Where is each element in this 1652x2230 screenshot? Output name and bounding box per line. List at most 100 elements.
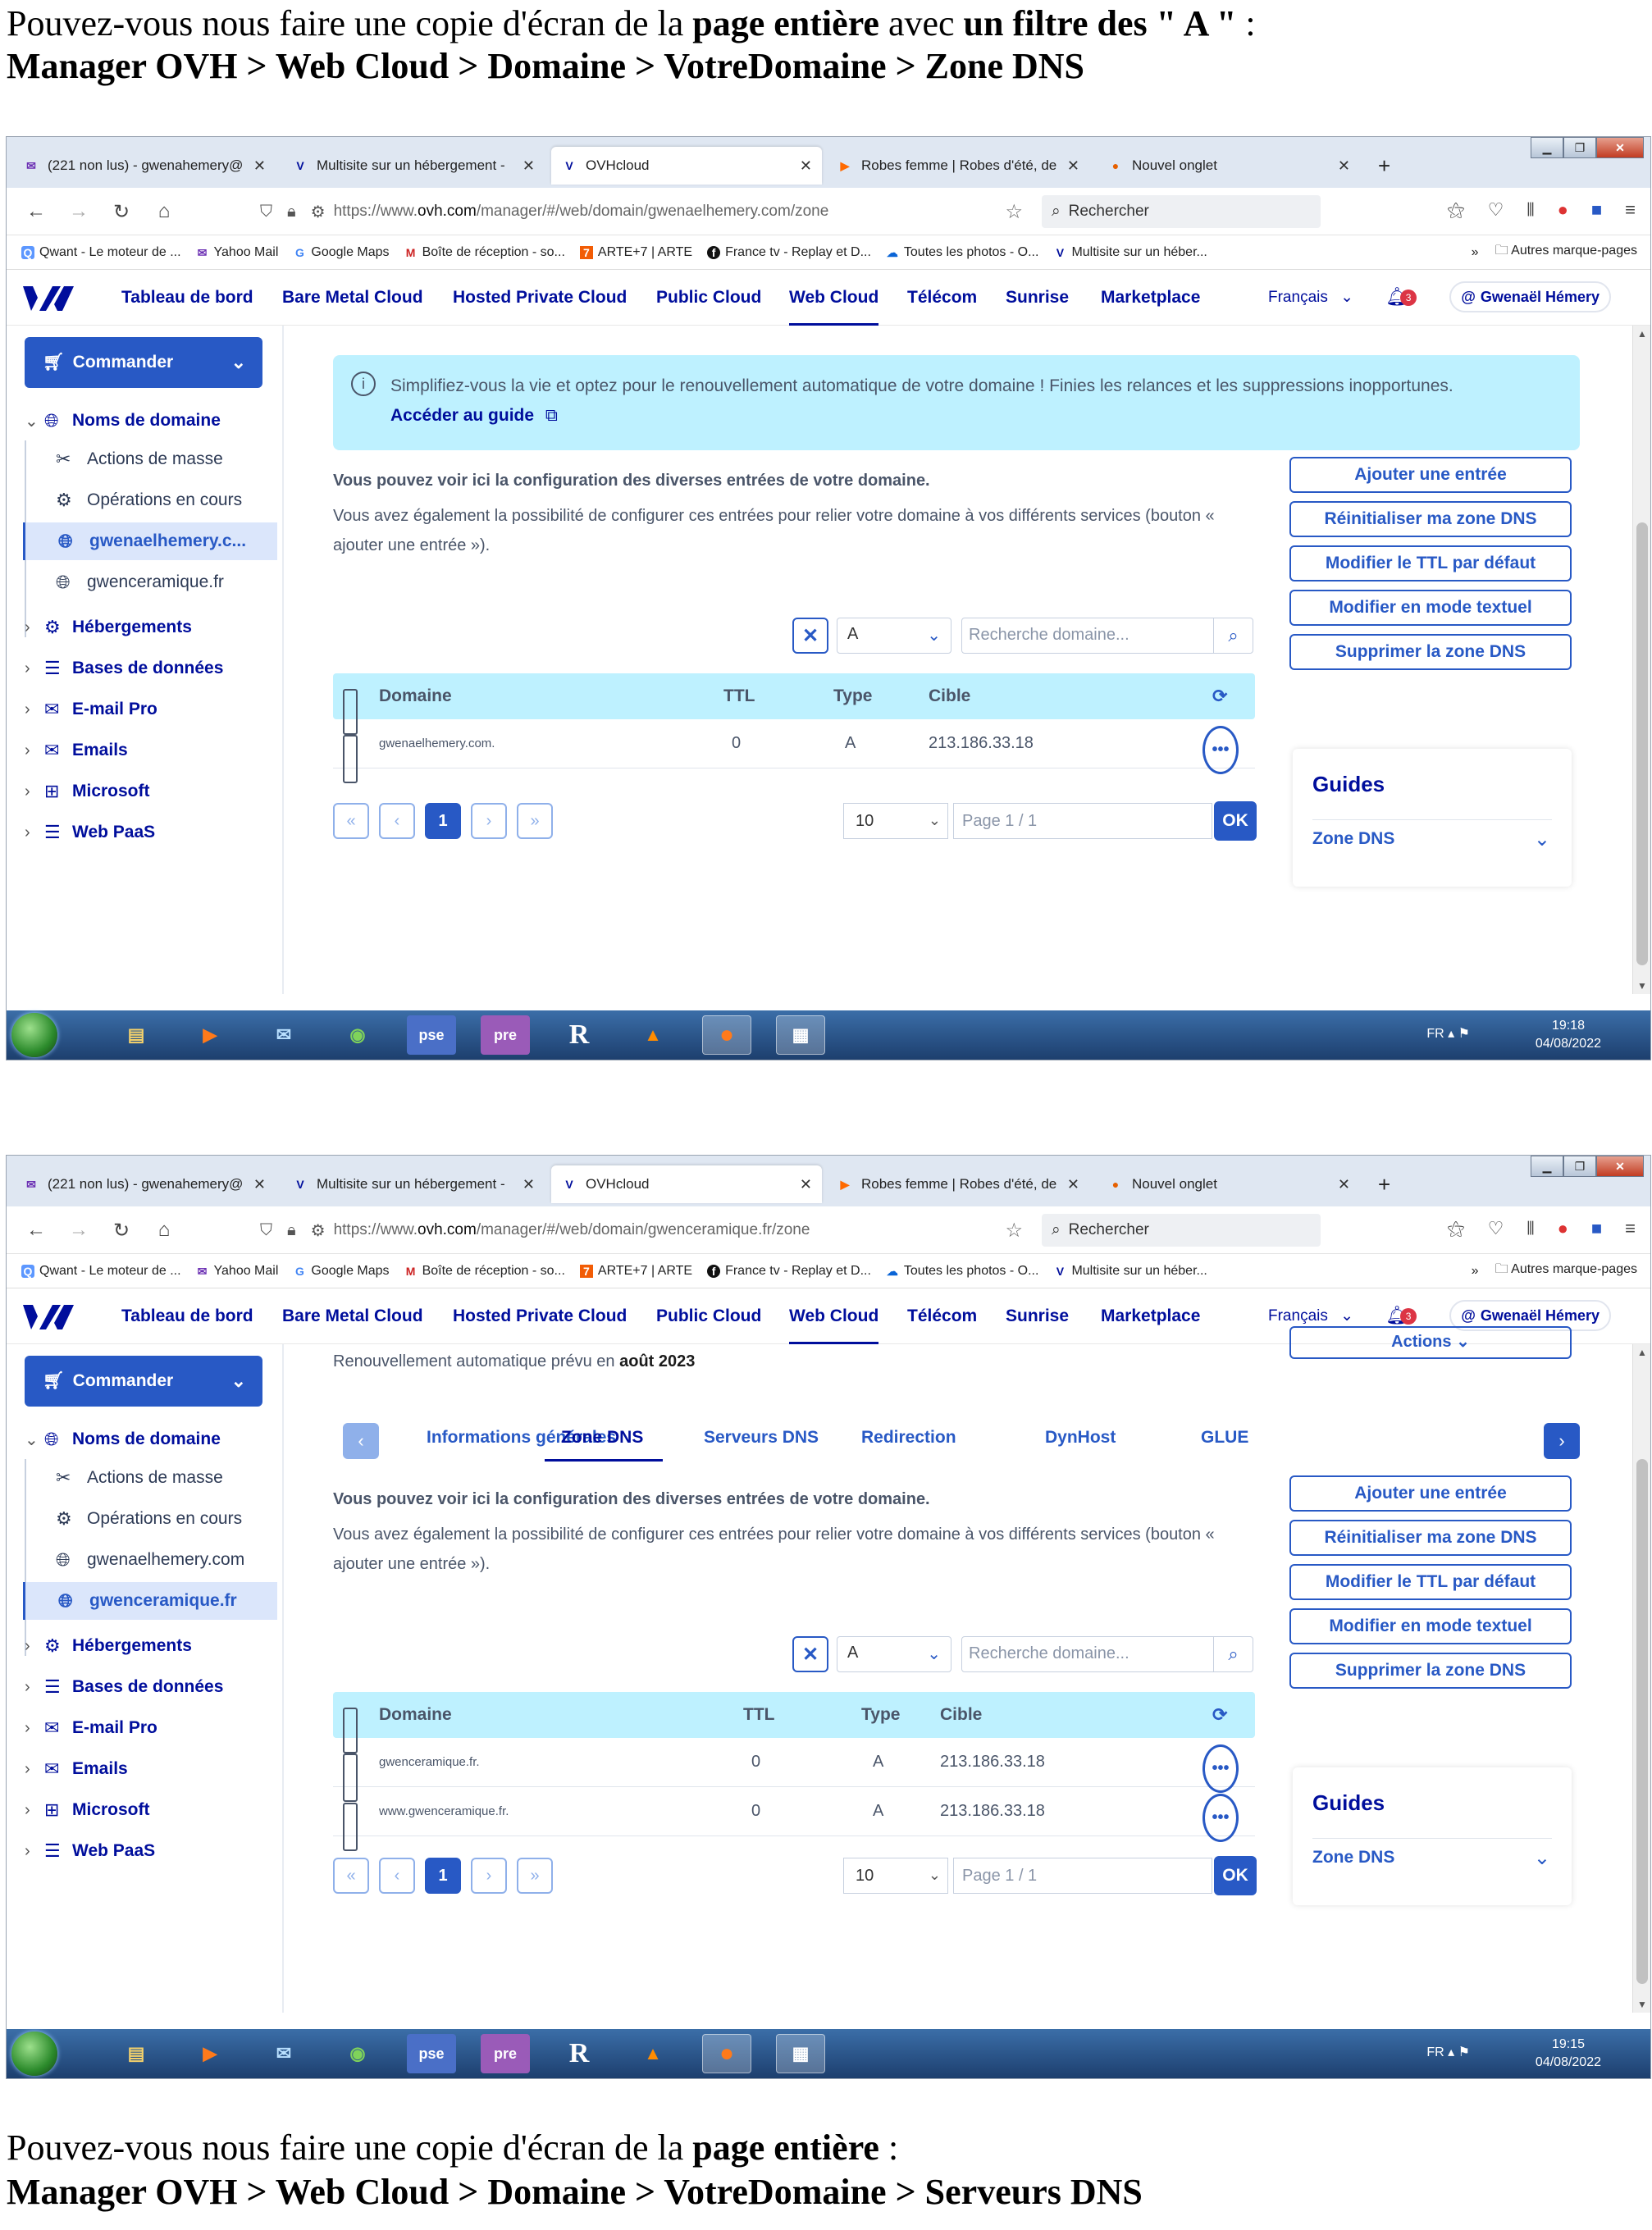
tab-glue[interactable]: GLUE [1201, 1428, 1248, 1448]
menu-icon[interactable]: ≡ [1625, 1218, 1636, 1239]
browser-tab-new[interactable]: ● Nouvel onglet ✕ [1098, 147, 1360, 185]
sidebar-item-email-pro[interactable]: › ✉ E-mail Pro [25, 1712, 157, 1744]
next-page-button[interactable]: › [471, 803, 507, 839]
page-size-select[interactable]: 10 ⌄ [843, 803, 948, 839]
language-indicator[interactable]: FR ▴ ⚑ [1426, 2044, 1470, 2060]
nav-bare-metal-cloud[interactable]: Bare Metal Cloud [282, 1307, 423, 1326]
bookmark-francetv[interactable]: f France tv - Replay et D... [707, 1264, 871, 1279]
modify-ttl-button[interactable]: Modifier le TTL par défaut [1289, 1564, 1572, 1600]
minimize-icon[interactable]: ▁ [1531, 137, 1563, 158]
chevron-down-icon[interactable]: ⌄ [1534, 828, 1550, 851]
text-mode-button[interactable]: Modifier en mode textuel [1289, 590, 1572, 626]
tab-zone-dns[interactable]: Zone DNS [545, 1428, 664, 1462]
extension-icon[interactable]: ⚝ [1447, 1218, 1464, 1239]
refresh-icon[interactable]: ⟳ [1212, 673, 1227, 719]
refresh-icon[interactable]: ⟳ [1212, 1692, 1227, 1738]
domain-search-input[interactable]: Recherche domaine... ⌕ [961, 618, 1253, 654]
search-icon[interactable]: ⌕ [1213, 1637, 1253, 1671]
col-cible[interactable]: Cible [940, 1692, 982, 1738]
vlc-icon[interactable]: ▲ [628, 2034, 678, 2073]
modify-ttl-button[interactable]: Modifier le TTL par défaut [1289, 545, 1572, 581]
sidebar-item-domain-2[interactable]: 🌐︎ gwenceramique.fr [23, 1582, 277, 1620]
bookmark-multisite[interactable]: V Multisite sur un héber... [1053, 1264, 1207, 1279]
bookmark-onedrive[interactable]: ☁ Toutes les photos - O... [886, 245, 1039, 260]
nav-telecom[interactable]: Télécom [907, 1307, 977, 1326]
nav-web-cloud[interactable]: Web Cloud [789, 1307, 879, 1344]
ok-button[interactable]: OK [1214, 1856, 1257, 1895]
sidebar-item-domain-1[interactable]: 🌐︎ gwenaelhemery.c... [23, 522, 277, 560]
library-icon[interactable]: ⫴ [1527, 1218, 1534, 1239]
col-domaine[interactable]: Domaine [379, 1692, 452, 1738]
bookmark-qwant[interactable]: Q Qwant - Le moteur de ... [21, 1264, 181, 1279]
bookmark-google-maps[interactable]: G Google Maps [293, 1264, 390, 1279]
tab-dynhost[interactable]: DynHost [1045, 1428, 1116, 1448]
page-scrollbar[interactable]: ▲ ▼ [1632, 326, 1650, 994]
row-actions-button[interactable]: ••• [1202, 726, 1239, 774]
ok-button[interactable]: OK [1214, 801, 1257, 841]
forward-icon[interactable]: → [64, 198, 94, 226]
sidebar-item-actions-masse[interactable]: ✂ Actions de masse [23, 440, 277, 478]
commander-button[interactable]: 🛒︎ Commander ⌄ [25, 1356, 262, 1407]
language-indicator[interactable]: FR ▴ ⚑ [1426, 1025, 1470, 1042]
sidebar-item-bases[interactable]: › ☰ Bases de données [25, 652, 223, 685]
domain-search-input[interactable]: Recherche domaine... ⌕ [961, 1636, 1253, 1672]
col-type[interactable]: Type [861, 1692, 900, 1738]
page-input[interactable]: Page 1 / 1 [953, 803, 1212, 839]
premiere-elements-icon[interactable]: pre [481, 2034, 530, 2073]
sidebar-item-domain-2[interactable]: 🌐︎ gwenceramique.fr [23, 563, 277, 601]
new-tab-icon[interactable]: + [1368, 147, 1401, 185]
pocket-icon[interactable]: ♡ [1488, 199, 1504, 221]
home-icon[interactable]: ⌂ [149, 198, 179, 226]
close-tab-icon[interactable]: ✕ [800, 157, 812, 175]
next-page-button[interactable]: › [471, 1858, 507, 1894]
scroll-up-icon[interactable]: ▲ [1633, 1344, 1650, 1361]
nav-public-cloud[interactable]: Public Cloud [656, 288, 761, 308]
chevrons-icon[interactable]: » [1472, 1264, 1479, 1279]
browser-tab-ovhcloud[interactable]: V OVHcloud ✕ [551, 1165, 822, 1203]
guide-zone-dns-link[interactable]: Zone DNS [1312, 829, 1394, 849]
clock[interactable]: 19:18 04/08/2022 [1536, 1017, 1601, 1053]
sidebar-item-webpaas[interactable]: › ☰ Web PaaS [25, 816, 155, 849]
first-page-button[interactable]: « [333, 803, 369, 839]
first-page-button[interactable]: « [333, 1858, 369, 1894]
clear-filter-button[interactable]: ✕ [792, 1636, 828, 1672]
last-page-button[interactable]: » [517, 803, 553, 839]
text-mode-button[interactable]: Modifier en mode textuel [1289, 1608, 1572, 1644]
nav-sunrise[interactable]: Sunrise [1006, 288, 1069, 308]
nav-sunrise[interactable]: Sunrise [1006, 1307, 1069, 1326]
addon2-icon[interactable]: ■ [1591, 199, 1602, 221]
maximize-icon[interactable]: ❐ [1563, 137, 1596, 158]
nav-web-cloud[interactable]: Web Cloud [789, 288, 879, 326]
col-domaine[interactable]: Domaine [379, 673, 452, 719]
page-size-select[interactable]: 10 ⌄ [843, 1858, 948, 1894]
nav-tableau-de-bord[interactable]: Tableau de bord [121, 1307, 253, 1326]
ovh-logo[interactable] [21, 281, 75, 316]
sidebar-item-actions-masse[interactable]: ✂ Actions de masse [23, 1459, 277, 1497]
browser-tab-mail[interactable]: ✉ (221 non lus) - gwenahemery@ ✕ [13, 1165, 276, 1203]
tab-redirection[interactable]: Redirection [861, 1428, 956, 1448]
firefox-icon[interactable]: ● [702, 2034, 751, 2073]
commander-button[interactable]: 🛒︎ Commander ⌄ [25, 337, 262, 388]
tabs-scroll-right-icon[interactable]: › [1544, 1423, 1580, 1459]
browser-tab-mail[interactable]: ✉ (221 non lus) - gwenahemery@ ✕ [13, 147, 276, 185]
sidebar-item-email-pro[interactable]: › ✉ E-mail Pro [25, 693, 157, 726]
minimize-icon[interactable]: ▁ [1531, 1156, 1563, 1177]
prev-page-button[interactable]: ‹ [379, 1858, 415, 1894]
sidebar-item-bases[interactable]: › ☰ Bases de données [25, 1671, 223, 1703]
notifications-button[interactable]: 🔔︎ 3 [1385, 286, 1417, 308]
type-filter-select[interactable]: A ⌄ [837, 1636, 951, 1672]
picasa-icon[interactable]: ◉ [333, 2034, 382, 2073]
star-icon[interactable]: ☆ [1005, 200, 1023, 224]
last-page-button[interactable]: » [517, 1858, 553, 1894]
row-checkbox[interactable] [343, 1803, 358, 1851]
back-icon[interactable]: ← [21, 198, 51, 226]
user-menu[interactable]: @ Gwenaël Hémery [1449, 281, 1611, 312]
bookmark-mail[interactable]: M Boîte de réception - so... [404, 1264, 565, 1279]
close-window-icon[interactable]: ✕ [1596, 1156, 1644, 1177]
bookmark-mail[interactable]: M Boîte de réception - so... [404, 245, 565, 260]
browser-tab-multisite[interactable]: V Multisite sur un hébergement - ✕ [282, 1165, 545, 1203]
photoshop-elements-icon[interactable]: pse [407, 2034, 456, 2073]
reset-zone-button[interactable]: Réinitialiser ma zone DNS [1289, 501, 1572, 537]
close-tab-icon[interactable]: ✕ [1338, 1176, 1350, 1193]
browser-tab-robes[interactable]: ▶ Robes femme | Robes d'été, de ✕ [827, 1165, 1089, 1203]
